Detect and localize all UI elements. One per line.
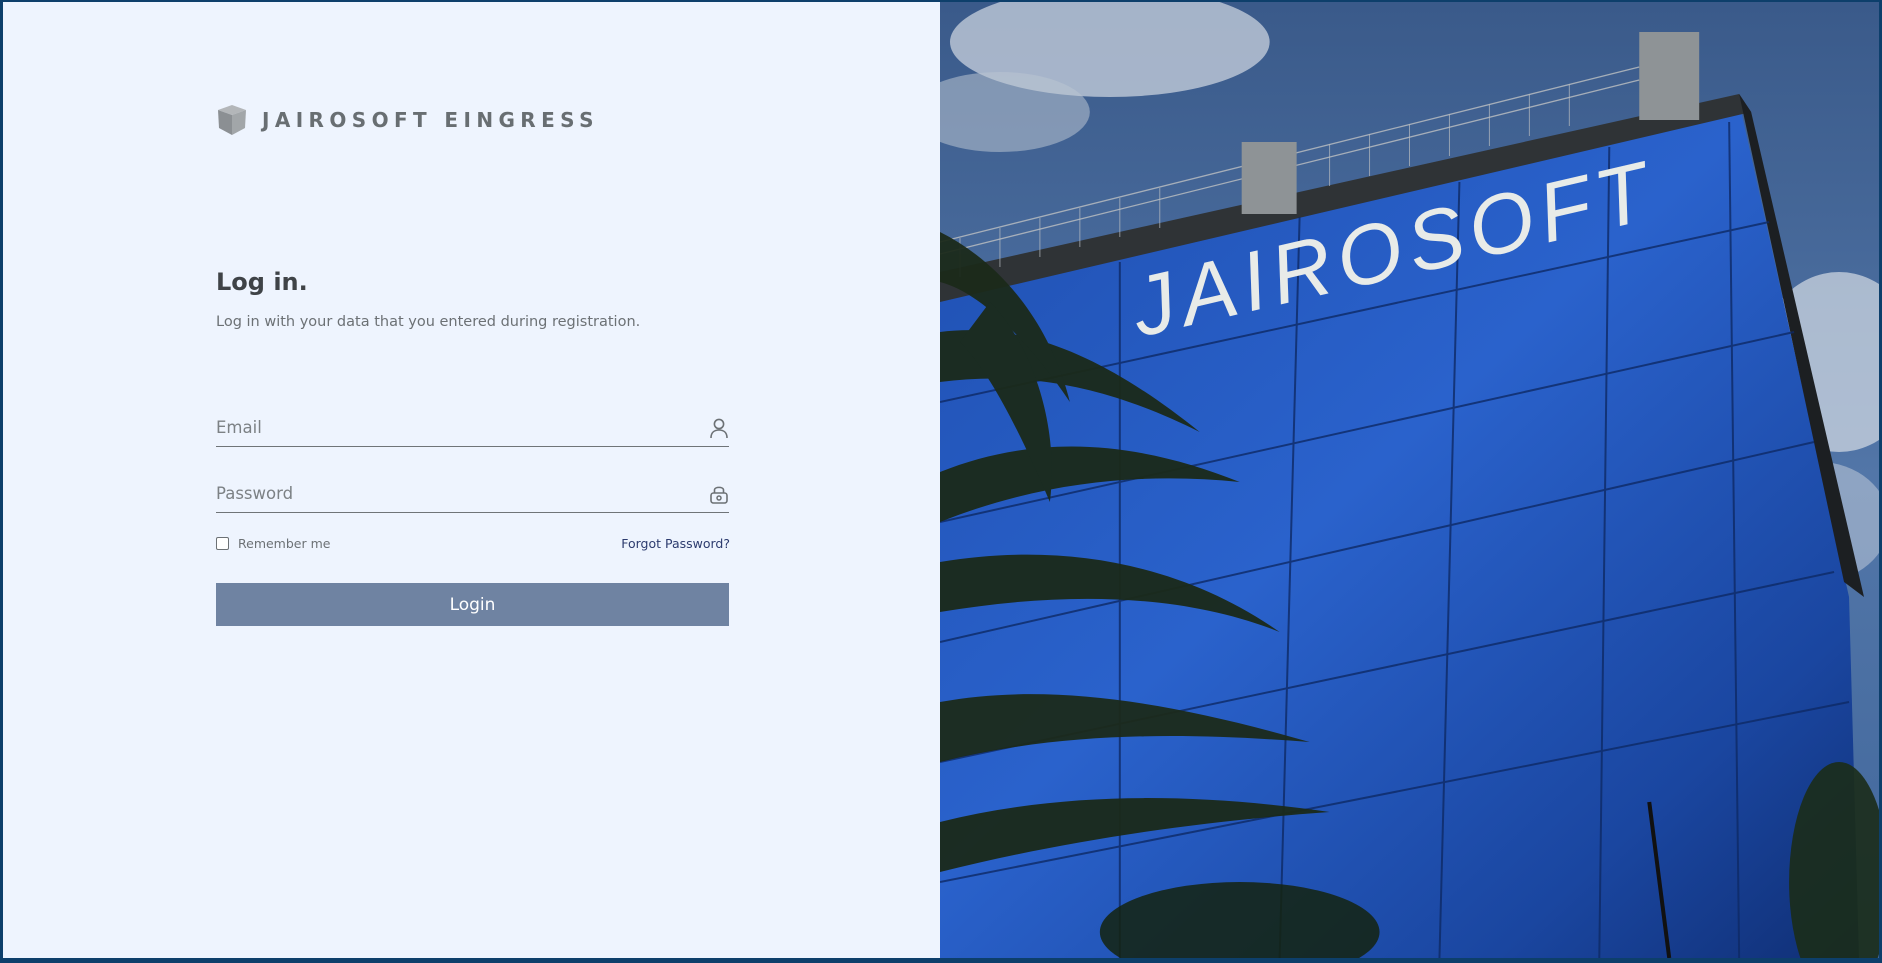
brand-name: JAIROSOFT EINGRESS [262,108,599,132]
password-field[interactable] [216,476,686,510]
page-subtitle: Log in with your data that you entered d… [216,314,641,330]
email-field-wrapper [216,410,729,447]
hero-image: JAIROSOFT [940,2,1879,958]
app-window: JAIROSOFT EINGRESS Log in. Log in with y… [3,2,1879,958]
brand: JAIROSOFT EINGRESS [216,103,599,137]
password-field-wrapper [216,476,729,513]
forgot-password-link[interactable]: Forgot Password? [621,536,730,551]
cube-icon [218,105,246,135]
bottom-strip [0,958,1882,963]
login-button[interactable]: Login [216,583,729,626]
remember-me-label[interactable]: Remember me [238,536,330,551]
remember-me: Remember me [216,536,330,551]
email-field[interactable] [216,410,686,444]
building-photo: JAIROSOFT [940,2,1879,958]
page-title: Log in. [216,268,308,296]
remember-me-checkbox[interactable] [216,537,229,550]
lock-icon [710,486,728,504]
user-icon [710,418,728,439]
login-panel: JAIROSOFT EINGRESS Log in. Log in with y… [3,2,940,958]
